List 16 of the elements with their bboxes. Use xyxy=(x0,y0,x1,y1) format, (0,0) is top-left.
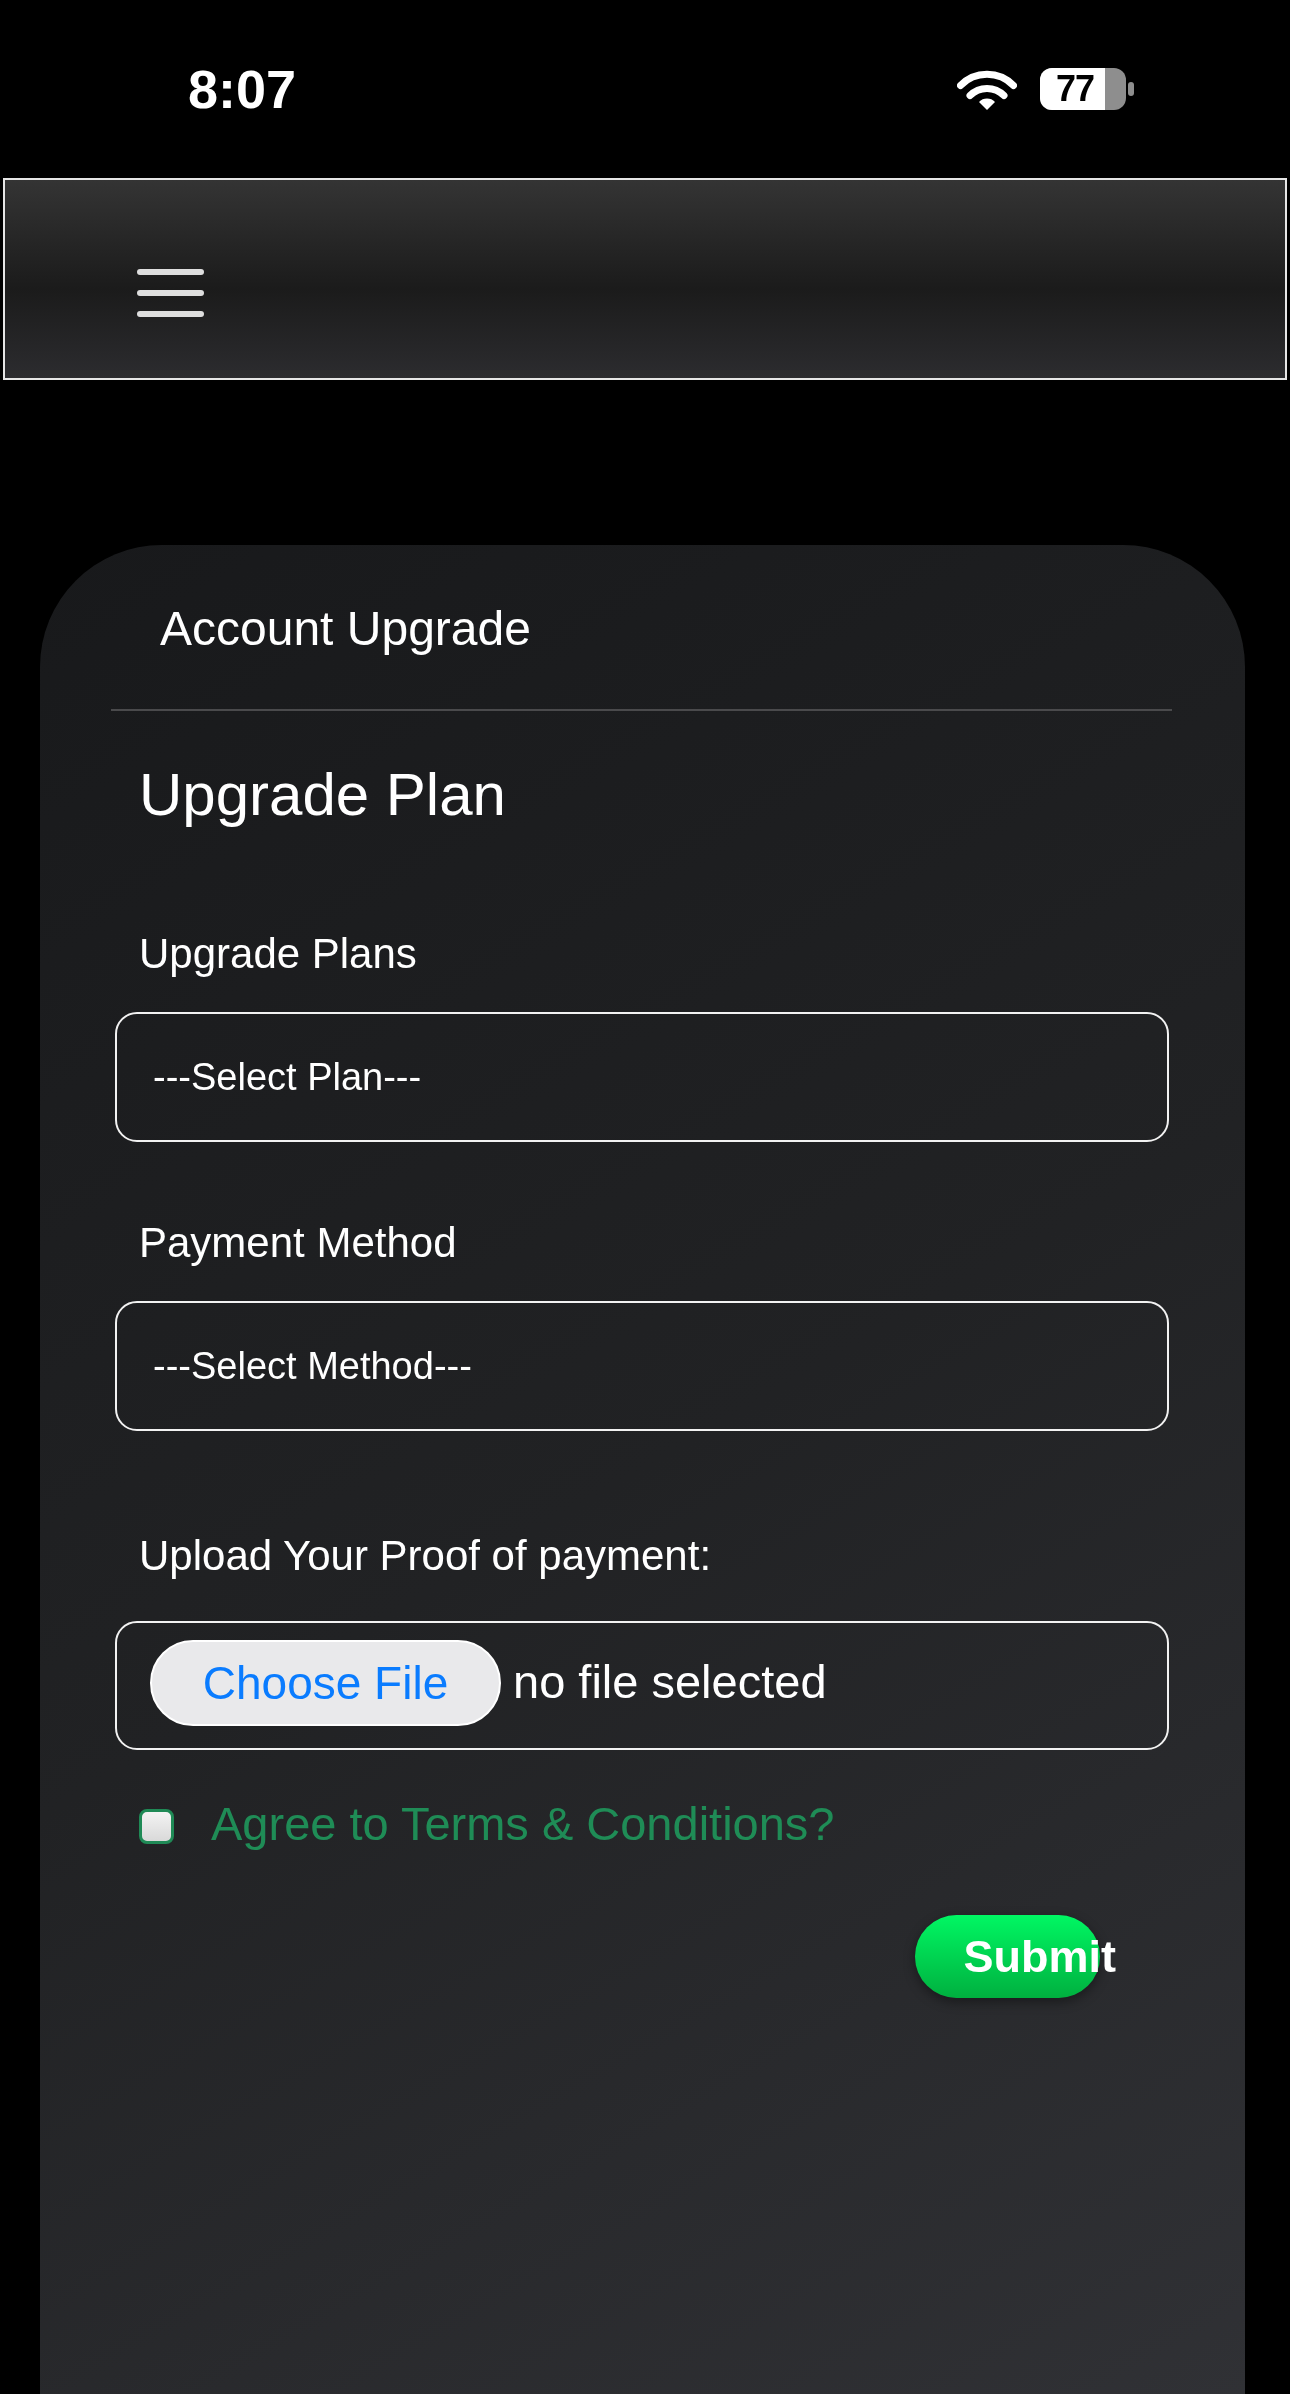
section-heading: Upgrade Plan xyxy=(139,760,506,830)
wifi-icon xyxy=(957,68,1017,110)
menu-button[interactable] xyxy=(137,269,204,317)
terms-checkbox[interactable] xyxy=(139,1808,174,1844)
terms-label: Agree to Terms & Conditions? xyxy=(211,1796,835,1852)
battery-level-text: 77 xyxy=(1056,70,1095,108)
field-label: Upgrade Plans xyxy=(139,929,417,979)
menu-icon xyxy=(137,269,204,317)
field-label: Upload Your Proof of payment: xyxy=(139,1531,712,1581)
battery-icon xyxy=(1040,68,1134,110)
file-status-text: no file selected xyxy=(513,1653,827,1710)
select-field[interactable]: ---Select Method--- xyxy=(115,1301,1169,1431)
field-label: Payment Method xyxy=(139,1218,457,1268)
select-field[interactable]: ---Select Plan--- xyxy=(115,1012,1169,1142)
card-title: Account Upgrade xyxy=(160,601,531,657)
status-time: 8:07 xyxy=(188,62,297,116)
